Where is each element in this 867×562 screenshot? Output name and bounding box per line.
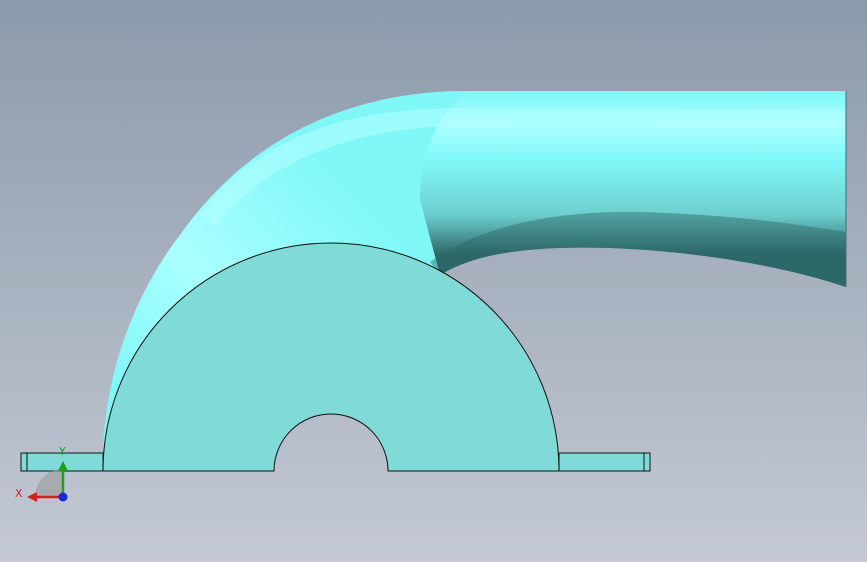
triad-y-label: Y xyxy=(58,445,66,458)
triad-x-label: X xyxy=(15,487,23,500)
z-axis-origin xyxy=(58,492,68,502)
flange-right-tab[interactable] xyxy=(558,452,651,472)
graphics-viewport[interactable]: X Y xyxy=(0,0,867,562)
model-canvas[interactable]: X Y xyxy=(0,0,867,562)
